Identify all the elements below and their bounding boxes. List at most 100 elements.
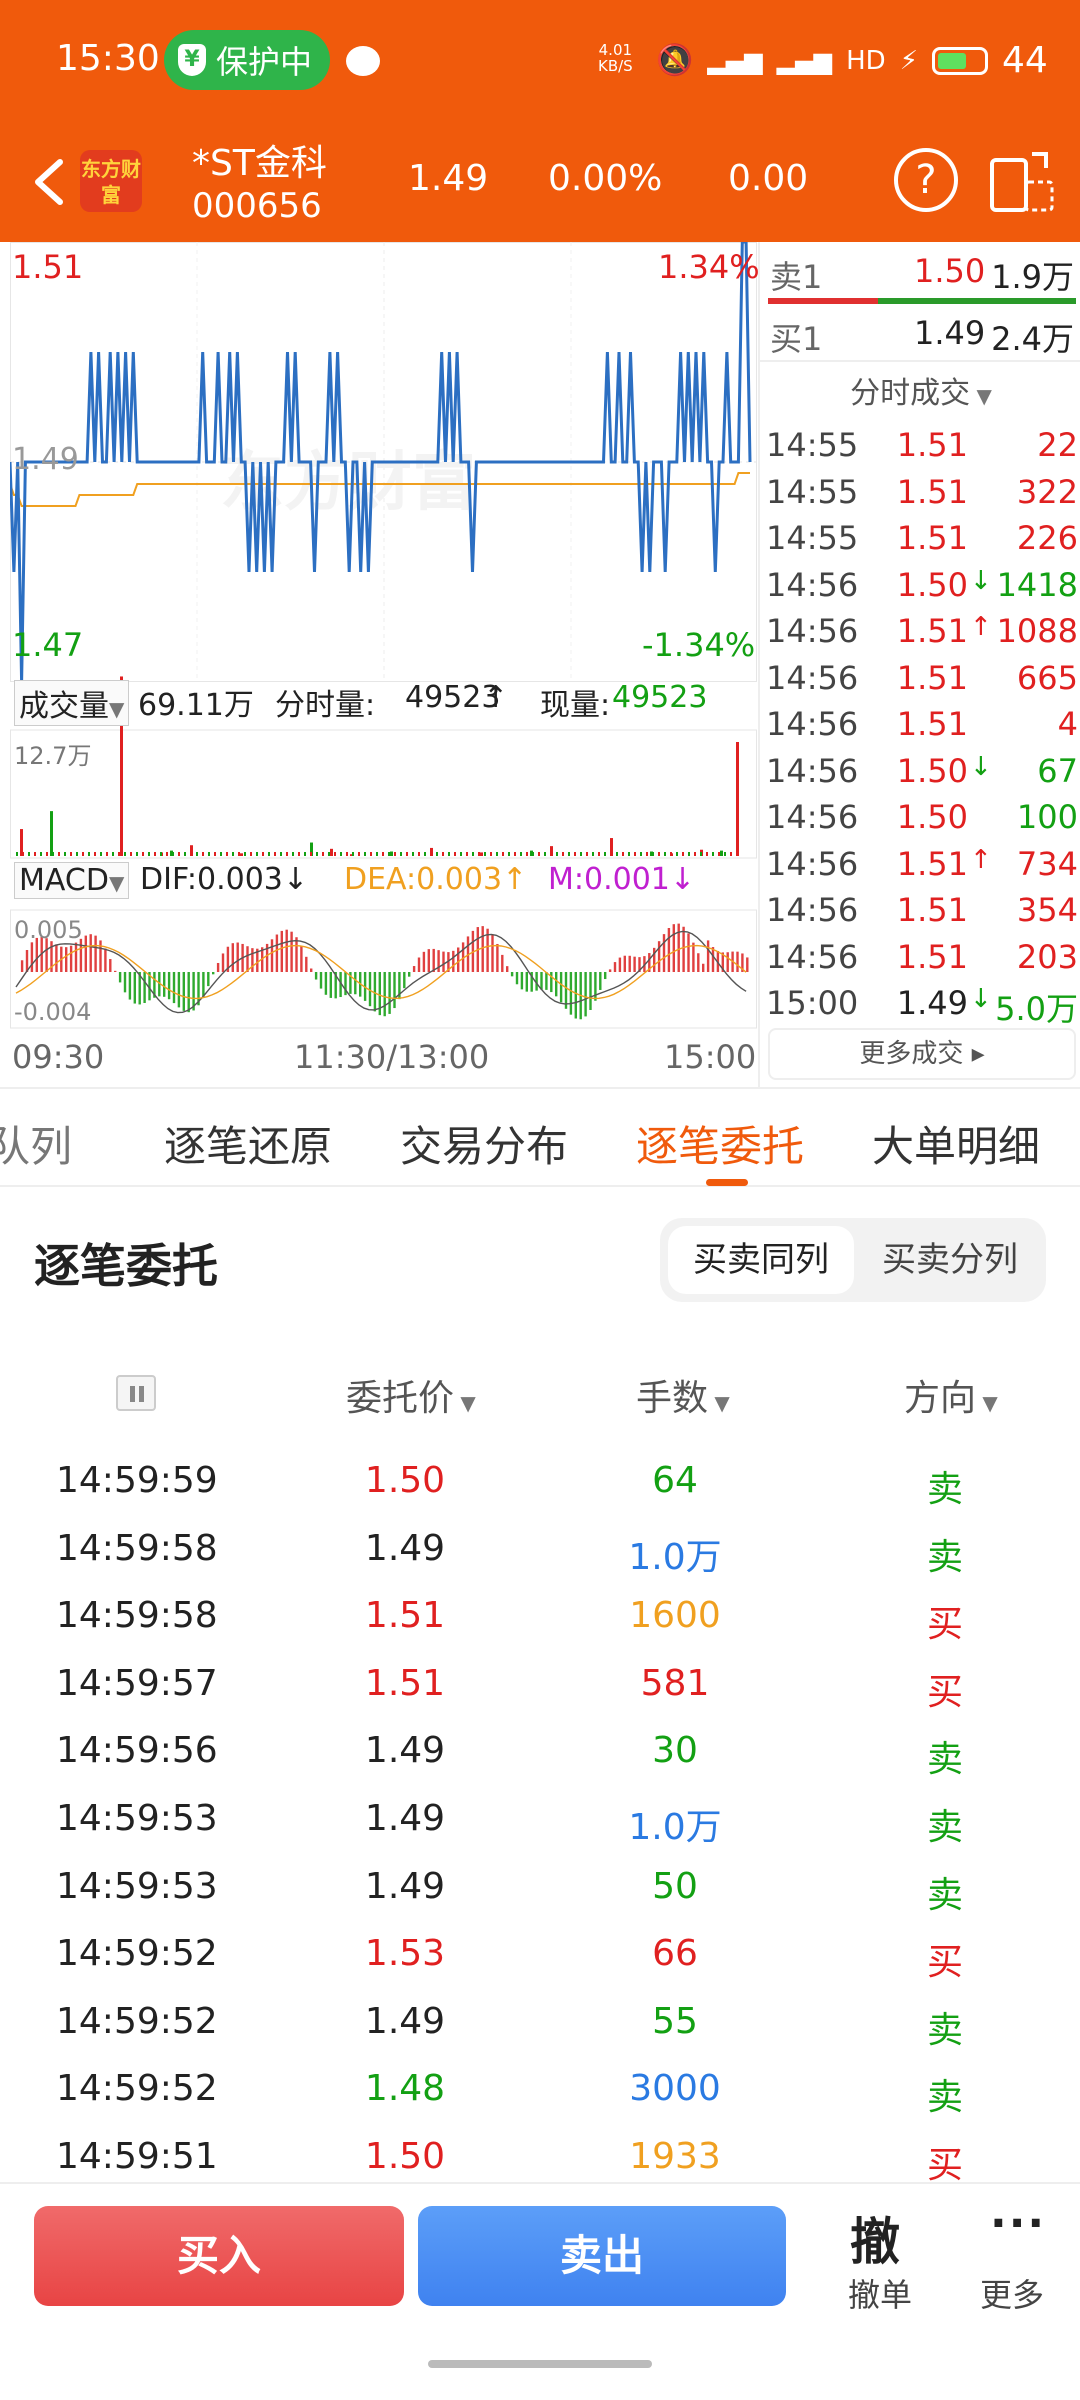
entrust-qty: 66 (652, 1933, 698, 1975)
macd-bar (310, 968, 313, 972)
col-direction-header[interactable]: 方向 ▼ (904, 1369, 998, 1421)
volume-bar (244, 852, 246, 856)
minute-volume-arrow: ↑ (483, 680, 509, 715)
landscape-toggle-icon[interactable] (988, 148, 1056, 214)
status-icons: 🔕 ▂▄▆ ▂▄▆ HD ⚡ 44 (656, 40, 1048, 81)
tick-price: 1.51 (896, 658, 968, 697)
macd-bar (172, 972, 176, 1004)
pause-icon[interactable] (116, 1375, 156, 1411)
macd-bar (604, 972, 607, 980)
price-mid-label: 1.49 (12, 442, 79, 477)
volume-bar (240, 853, 243, 856)
volume-bar (142, 852, 144, 856)
tab-tick-entrust[interactable]: 逐笔委托 (636, 1113, 804, 1174)
tab-large-orders[interactable]: 大单明细 (872, 1113, 1040, 1174)
volume-bar (490, 852, 492, 856)
entrust-row: 14:59:52 1.53 66 买 (0, 1923, 1080, 1991)
tick-row: 14:56 1.50 ↓ 1418 (766, 566, 1078, 612)
macd-selector[interactable]: MACD▼ (14, 862, 130, 899)
volume-bar (670, 852, 672, 856)
macd-bar (432, 948, 435, 972)
ticks-title[interactable]: 分时成交 ▼ (760, 368, 1080, 412)
macd-bar (662, 934, 666, 972)
tick-volume: 226 (1016, 519, 1078, 557)
cancel-order-label[interactable]: 撤单 (848, 2270, 912, 2316)
macd-bar (84, 935, 87, 972)
bid-ask-ratio-bar (768, 298, 1076, 304)
volume-bar (88, 852, 90, 856)
back-arrow-icon[interactable] (22, 152, 82, 212)
volume-bar (190, 852, 192, 856)
macd-bar (182, 972, 185, 1011)
macd-bar (94, 935, 97, 972)
cancel-order-icon[interactable]: 撤 (850, 2202, 900, 2274)
tick-volume: 5.0万 (995, 990, 1078, 1028)
tick-price: 1.51 (896, 426, 968, 464)
tab-tick-restore[interactable]: 逐笔还原 (164, 1113, 332, 1174)
macd-bar (246, 946, 249, 972)
tab-queue[interactable]: 队列 (0, 1113, 72, 1174)
volume-bar (532, 852, 534, 856)
volume-bar (58, 852, 60, 856)
tab-trade-distribution[interactable]: 交易分布 (400, 1113, 568, 1174)
volume-max-label: 12.7万 (14, 742, 92, 770)
protect-badge[interactable]: ¥ 保护中 (164, 30, 330, 90)
volume-bar (526, 852, 528, 856)
tick-price: 1.51 (896, 891, 968, 929)
entrust-direction: 买 (926, 1671, 963, 1713)
macd-bar (457, 947, 460, 972)
more-label[interactable]: 更多 (980, 2270, 1044, 2316)
volume-bar (226, 852, 228, 856)
intraday-chart[interactable]: 东方财富 1.51 1.49 1.47 1.34% -1.34% 成交量▼ 69… (10, 242, 760, 1087)
pct-low-label: -1.34% (642, 626, 756, 664)
charging-icon: ⚡ (899, 45, 918, 76)
tick-time: 14:55 (766, 426, 859, 464)
volume-bar (580, 852, 582, 856)
macd-bar (736, 951, 739, 972)
volume-bar (166, 852, 168, 856)
macd-info-bar: MACD▼ DIF:0.003↓ DEA:0.003↑ M:0.001↓ (10, 862, 758, 902)
volume-bar (154, 852, 156, 856)
volume-bar (720, 850, 723, 856)
macd-dea: DEA:0.003↑ (344, 862, 528, 897)
macd-bar (422, 951, 426, 972)
tick-row: 14:55 1.51 322 (766, 473, 1078, 519)
volume-bar (250, 852, 252, 856)
volume-label: 成交量 (19, 689, 109, 724)
split-column-button[interactable]: 买卖分列 (860, 1226, 1040, 1294)
volume-bar (394, 852, 396, 856)
macd-bar (667, 928, 671, 972)
sell-button[interactable]: 卖出 (418, 2206, 786, 2306)
volume-bar (22, 852, 24, 856)
same-column-button[interactable]: 买卖同列 (668, 1226, 854, 1294)
buy-button[interactable]: 买入 (34, 2206, 404, 2306)
more-dots-icon[interactable]: ··· (990, 2198, 1046, 2249)
bottom-action-bar: 买入 卖出 撤 撤单 ··· 更多 (0, 2182, 1080, 2328)
macd-bar (324, 972, 328, 995)
tick-volume: 22 (1037, 426, 1078, 464)
col-qty-header[interactable]: 手数 ▼ (636, 1369, 730, 1421)
volume-bar (514, 852, 516, 856)
more-trades-button[interactable]: 更多成交 ▸ (768, 1028, 1076, 1080)
volume-bar (736, 742, 739, 856)
signal-icon: ▂▄▆ (707, 46, 763, 75)
volume-bar (658, 852, 660, 856)
entrust-time: 14:59:57 (56, 1662, 218, 1704)
macd-bar (408, 972, 411, 977)
volume-selector[interactable]: 成交量▼ (14, 680, 130, 726)
macd-bar (305, 956, 308, 972)
volume-bar (712, 852, 714, 856)
macd-bar (388, 972, 391, 1014)
macd-bar (628, 955, 631, 972)
volume-bar (214, 852, 216, 856)
help-icon[interactable]: ? (894, 148, 958, 212)
buy1-volume: 2.4万 (991, 320, 1074, 358)
col-price-header[interactable]: 委托价 ▼ (346, 1369, 476, 1421)
order-book-panel: 卖1 1.50 1.9万 买1 1.49 2.4万 分时成交 ▼ 14:55 1.… (758, 242, 1080, 1087)
entrust-row: 14:59:53 1.49 1.0万 卖 (0, 1788, 1080, 1856)
volume-bar (196, 852, 198, 856)
home-indicator[interactable] (428, 2360, 652, 2368)
section-title: 逐笔委托 (34, 1239, 218, 1293)
volume-bar (448, 852, 450, 856)
tick-arrow-icon: ↓ (970, 751, 992, 782)
